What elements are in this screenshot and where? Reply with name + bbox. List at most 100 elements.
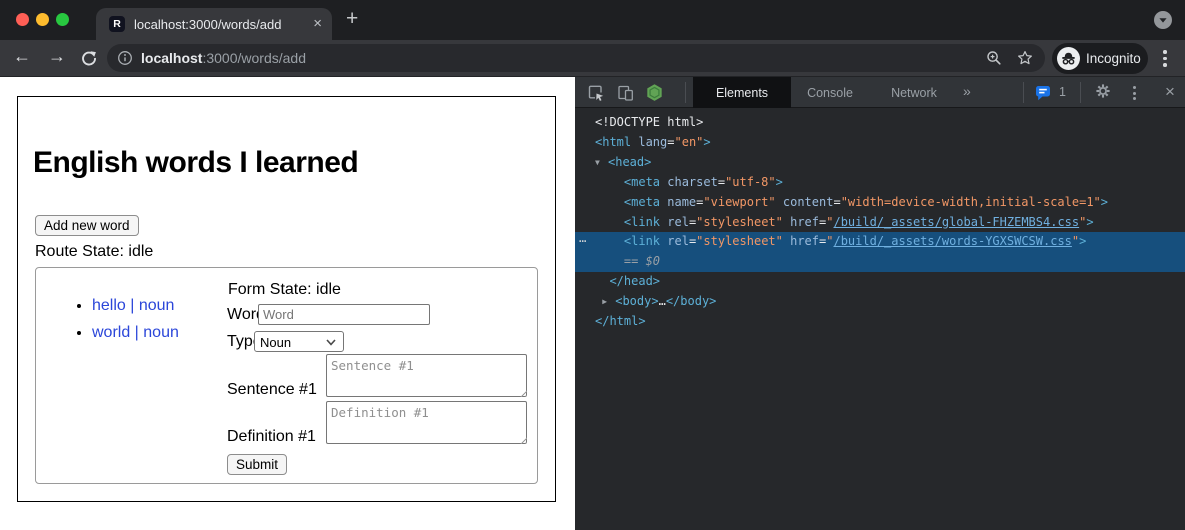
code-token: <!DOCTYPE html> <box>595 115 703 129</box>
tab-console[interactable]: Console <box>797 77 863 108</box>
browser-window: R localhost:3000/words/add × + ← → local… <box>0 0 1185 530</box>
address-bar[interactable]: localhost:3000/words/add <box>107 44 1045 72</box>
word-link[interactable]: hello | noun <box>92 297 174 314</box>
word-link[interactable]: world | noun <box>92 324 179 341</box>
code-token: <html <box>595 135 638 149</box>
tab-elements[interactable]: Elements <box>693 77 791 108</box>
code-line[interactable]: <meta name="viewport" content="width=dev… <box>575 193 1185 213</box>
url-path: :3000/words/add <box>202 50 306 66</box>
code-line[interactable]: ▶<body>…</body> <box>575 292 1185 312</box>
sentence-textarea[interactable] <box>326 354 527 397</box>
code-token: <head> <box>608 155 651 169</box>
code-token: </html> <box>595 314 646 328</box>
code-token: <body> <box>615 294 658 308</box>
maximize-window-button[interactable] <box>56 13 69 26</box>
devtools-close-icon[interactable]: × <box>1165 82 1175 102</box>
back-button[interactable]: ← <box>13 46 31 67</box>
code-line[interactable]: == $0 <box>575 252 1185 272</box>
url-text: localhost:3000/words/add <box>141 50 306 66</box>
code-token: <meta <box>595 175 667 189</box>
device-toolbar-icon[interactable] <box>616 83 635 107</box>
browser-tab[interactable]: R localhost:3000/words/add × <box>96 8 332 40</box>
code-token: "en" <box>675 135 704 149</box>
code-token: <meta <box>595 195 667 209</box>
add-new-word-button[interactable]: Add new word <box>35 215 139 236</box>
definition-textarea[interactable] <box>326 401 527 444</box>
bookmark-star-icon[interactable] <box>1017 50 1033 71</box>
remix-favicon-icon: R <box>109 16 125 32</box>
incognito-badge: Incognito <box>1052 43 1148 74</box>
divider <box>1080 82 1081 103</box>
code-token: <link <box>595 234 667 248</box>
browser-menu-icon[interactable] <box>1163 50 1167 70</box>
extension-hexagon-icon[interactable] <box>645 83 664 107</box>
new-tab-button[interactable]: + <box>346 7 358 31</box>
tab-network[interactable]: Network <box>875 77 953 108</box>
code-token: "stylesheet" <box>696 234 783 248</box>
code-token: /build/_assets/words-YGXSWCSW.css <box>833 234 1071 248</box>
code-token: rel <box>667 215 689 229</box>
code-token: charset <box>667 175 718 189</box>
elements-tree: <!DOCTYPE html> <html lang="en">▼<head> <… <box>575 108 1185 530</box>
code-token: == <box>595 254 646 268</box>
code-token: … <box>659 294 666 308</box>
code-token: > <box>776 175 783 189</box>
code-token: = <box>667 135 674 149</box>
code-token: "viewport" <box>703 195 775 209</box>
code-token: > <box>703 135 710 149</box>
incognito-icon <box>1057 47 1080 70</box>
forward-button[interactable]: → <box>48 46 66 67</box>
reload-button[interactable] <box>80 49 98 72</box>
code-token: href <box>790 215 819 229</box>
code-line[interactable]: <meta charset="utf-8"> <box>575 173 1185 193</box>
tab-title: localhost:3000/words/add <box>134 17 281 32</box>
expand-arrow-icon[interactable]: ▶ <box>602 292 615 312</box>
web-page: English words I learned Add new word Rou… <box>0 77 575 530</box>
code-line[interactable]: ▼<head> <box>575 153 1185 173</box>
more-tabs-icon[interactable]: » <box>963 83 971 99</box>
type-select[interactable]: Noun <box>254 331 344 352</box>
code-line[interactable]: <!DOCTYPE html> <box>575 113 1185 133</box>
submit-button[interactable]: Submit <box>227 454 287 475</box>
code-token: $0 <box>646 254 660 268</box>
url-host: localhost <box>141 50 202 66</box>
word-list-item: hello | noun <box>92 293 179 320</box>
code-token: </body> <box>666 294 717 308</box>
nav-toolbar: ← → localhost:3000/words/add Incognito <box>0 40 1185 77</box>
issues-icon[interactable] <box>1035 85 1052 106</box>
expand-arrow-icon[interactable]: ▼ <box>595 153 608 173</box>
site-info-icon[interactable] <box>117 50 133 71</box>
browser-update-icon[interactable] <box>1154 11 1172 29</box>
tab-close-icon[interactable]: × <box>313 15 322 32</box>
code-line[interactable]: ⋯ <link rel="stylesheet" href="/build/_a… <box>575 232 1185 252</box>
code-token: <link <box>595 215 667 229</box>
code-token: name <box>667 195 696 209</box>
words-list: hello | noun world | noun <box>75 293 179 346</box>
code-token: "width=device-width,initial-scale=1" <box>841 195 1101 209</box>
word-input[interactable] <box>258 304 430 325</box>
page-zoom-icon[interactable] <box>986 50 1002 71</box>
line-options-dots[interactable]: ⋯ <box>579 232 585 252</box>
issues-count[interactable]: 1 <box>1059 85 1066 99</box>
code-line[interactable]: </html> <box>575 312 1185 332</box>
sentence-label: Sentence #1 <box>227 381 317 399</box>
divider <box>685 82 686 103</box>
route-state-text: Route State: idle <box>35 243 153 261</box>
code-token: href <box>790 234 819 248</box>
word-list-item: world | noun <box>92 320 179 347</box>
code-token: = <box>718 175 725 189</box>
close-window-button[interactable] <box>16 13 29 26</box>
code-line[interactable]: <link rel="stylesheet" href="/build/_ass… <box>575 213 1185 233</box>
inspect-element-icon[interactable] <box>586 83 605 107</box>
settings-gear-icon[interactable] <box>1095 83 1111 104</box>
incognito-label: Incognito <box>1086 51 1141 66</box>
code-line[interactable]: </head> <box>575 272 1185 292</box>
devtools-menu-icon[interactable] <box>1133 86 1136 103</box>
devtools-panel: Elements Console Network » 1 × <!DOCTYPE… <box>575 77 1185 530</box>
minimize-window-button[interactable] <box>36 13 49 26</box>
code-token: > <box>1101 195 1108 209</box>
code-token: rel <box>667 234 689 248</box>
divider <box>1023 82 1024 103</box>
type-select-value: Noun <box>260 335 291 350</box>
code-line[interactable]: <html lang="en"> <box>575 133 1185 153</box>
